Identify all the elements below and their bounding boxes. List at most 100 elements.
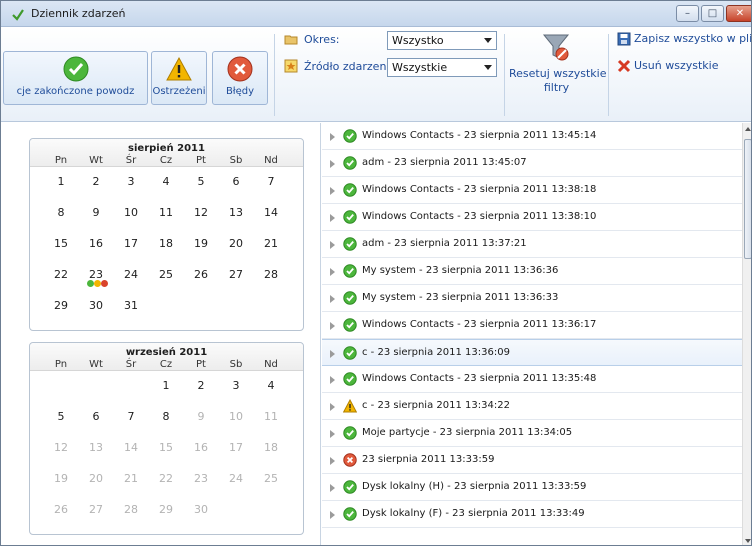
calendar-day[interactable]: 29 <box>149 503 183 516</box>
calendar-day[interactable]: 24 <box>114 268 148 281</box>
expand-arrow-icon[interactable] <box>330 430 335 438</box>
calendar-day[interactable]: 13 <box>219 206 253 219</box>
event-row[interactable]: Moje partycje - 23 sierpnia 2011 13:34:0… <box>322 420 742 447</box>
calendar-day[interactable]: 25 <box>254 472 288 485</box>
event-row[interactable]: Windows Contacts - 23 sierpnia 2011 13:3… <box>322 177 742 204</box>
calendar-day[interactable]: 22 <box>149 472 183 485</box>
calendar-day[interactable]: 28 <box>254 268 288 281</box>
calendar-day[interactable]: 20 <box>219 237 253 250</box>
event-row[interactable]: My system - 23 sierpnia 2011 13:36:33 <box>322 285 742 312</box>
expand-arrow-icon[interactable] <box>330 403 335 411</box>
calendar-day[interactable]: 24 <box>219 472 253 485</box>
calendar-day[interactable]: 7 <box>254 175 288 188</box>
expand-arrow-icon[interactable] <box>330 133 335 141</box>
reset-filters-button[interactable]: Resetuj wszystkie filtry <box>509 30 607 108</box>
calendar-day[interactable]: 18 <box>149 237 183 250</box>
calendar-day[interactable]: 29 <box>44 299 78 312</box>
close-button[interactable]: ✕ <box>726 5 751 22</box>
calendar-day[interactable]: 14 <box>114 441 148 454</box>
calendar-day[interactable]: 12 <box>44 441 78 454</box>
calendar-day[interactable]: 1 <box>149 379 183 392</box>
calendar-day[interactable]: 16 <box>184 441 218 454</box>
calendar-day[interactable]: 17 <box>114 237 148 250</box>
save-all-link[interactable]: Zapisz wszystko w pliku <box>634 32 751 45</box>
event-row[interactable]: Windows Contacts - 23 sierpnia 2011 13:3… <box>322 366 742 393</box>
calendar-day[interactable]: 11 <box>254 410 288 423</box>
expand-arrow-icon[interactable] <box>330 376 335 384</box>
calendar-day[interactable]: 4 <box>254 379 288 392</box>
scroll-down-icon[interactable] <box>745 539 751 543</box>
calendar-day[interactable]: 15 <box>149 441 183 454</box>
calendar-day[interactable]: 19 <box>44 472 78 485</box>
calendar-day[interactable]: 27 <box>79 503 113 516</box>
calendar-day[interactable]: 9 <box>184 410 218 423</box>
filter-error-button[interactable]: Błędy <box>212 51 268 105</box>
calendar-day[interactable]: 8 <box>44 206 78 219</box>
calendar-day[interactable]: 15 <box>44 237 78 250</box>
expand-arrow-icon[interactable] <box>330 511 335 519</box>
calendar-day[interactable]: 27 <box>219 268 253 281</box>
calendar-day[interactable]: 30 <box>184 503 218 516</box>
event-row[interactable]: Windows Contacts - 23 sierpnia 2011 13:3… <box>322 312 742 339</box>
calendar-day[interactable]: 10 <box>114 206 148 219</box>
expand-arrow-icon[interactable] <box>330 457 335 465</box>
source-select[interactable]: Wszystkie <box>387 58 497 77</box>
calendar-day[interactable]: 22 <box>44 268 78 281</box>
calendar-day[interactable]: 23 <box>79 268 113 287</box>
calendar-day[interactable]: 21 <box>254 237 288 250</box>
calendar-day[interactable]: 28 <box>114 503 148 516</box>
calendar-day[interactable]: 16 <box>79 237 113 250</box>
period-select[interactable]: Wszystko <box>387 31 497 50</box>
expand-arrow-icon[interactable] <box>330 187 335 195</box>
calendar-day[interactable]: 7 <box>114 410 148 423</box>
expand-arrow-icon[interactable] <box>330 241 335 249</box>
calendar-day[interactable]: 3 <box>114 175 148 188</box>
calendar-day[interactable]: 18 <box>254 441 288 454</box>
event-row[interactable]: adm - 23 sierpnia 2011 13:45:07 <box>322 150 742 177</box>
expand-arrow-icon[interactable] <box>330 322 335 330</box>
calendar-day[interactable]: 14 <box>254 206 288 219</box>
calendar-day[interactable]: 10 <box>219 410 253 423</box>
calendar-day[interactable]: 19 <box>184 237 218 250</box>
calendar-day[interactable]: 31 <box>114 299 148 312</box>
calendar-day[interactable]: 20 <box>79 472 113 485</box>
event-row[interactable]: c - 23 sierpnia 2011 13:36:09 <box>322 339 742 366</box>
filter-warning-button[interactable]: Ostrzeżeni <box>151 51 207 105</box>
calendar-day[interactable]: 4 <box>149 175 183 188</box>
event-row[interactable]: Windows Contacts - 23 sierpnia 2011 13:4… <box>322 123 742 150</box>
expand-arrow-icon[interactable] <box>330 295 335 303</box>
calendar-day[interactable]: 17 <box>219 441 253 454</box>
calendar-day[interactable]: 26 <box>184 268 218 281</box>
calendar-day[interactable]: 26 <box>44 503 78 516</box>
calendar-day[interactable]: 12 <box>184 206 218 219</box>
expand-arrow-icon[interactable] <box>330 160 335 168</box>
event-row[interactable]: 23 sierpnia 2011 13:33:59 <box>322 447 742 474</box>
event-row[interactable]: c - 23 sierpnia 2011 13:34:22 <box>322 393 742 420</box>
minimize-button[interactable]: – <box>676 5 699 22</box>
calendar-day[interactable]: 13 <box>79 441 113 454</box>
calendar-day[interactable]: 6 <box>79 410 113 423</box>
event-row[interactable]: adm - 23 sierpnia 2011 13:37:21 <box>322 231 742 258</box>
calendar-day[interactable]: 3 <box>219 379 253 392</box>
event-row[interactable]: Dysk lokalny (F) - 23 sierpnia 2011 13:3… <box>322 501 742 528</box>
calendar-day[interactable]: 11 <box>149 206 183 219</box>
calendar-day[interactable]: 9 <box>79 206 113 219</box>
expand-arrow-icon[interactable] <box>330 350 335 358</box>
calendar-day[interactable]: 6 <box>219 175 253 188</box>
calendar-day[interactable]: 5 <box>44 410 78 423</box>
scrollbar[interactable] <box>742 123 751 545</box>
calendar-day[interactable]: 8 <box>149 410 183 423</box>
maximize-button[interactable]: □ <box>701 5 724 22</box>
event-row[interactable]: Dysk lokalny (H) - 23 sierpnia 2011 13:3… <box>322 474 742 501</box>
calendar-day[interactable]: 1 <box>44 175 78 188</box>
calendar-day[interactable]: 5 <box>184 175 218 188</box>
delete-all-link[interactable]: Usuń wszystkie <box>634 59 718 72</box>
calendar-day[interactable]: 23 <box>184 472 218 485</box>
scroll-up-icon[interactable] <box>745 127 751 131</box>
expand-arrow-icon[interactable] <box>330 268 335 276</box>
event-row[interactable]: My system - 23 sierpnia 2011 13:36:36 <box>322 258 742 285</box>
expand-arrow-icon[interactable] <box>330 484 335 492</box>
expand-arrow-icon[interactable] <box>330 214 335 222</box>
scrollbar-thumb[interactable] <box>744 139 751 259</box>
filter-success-button[interactable]: cje zakończone powodz <box>3 51 148 105</box>
